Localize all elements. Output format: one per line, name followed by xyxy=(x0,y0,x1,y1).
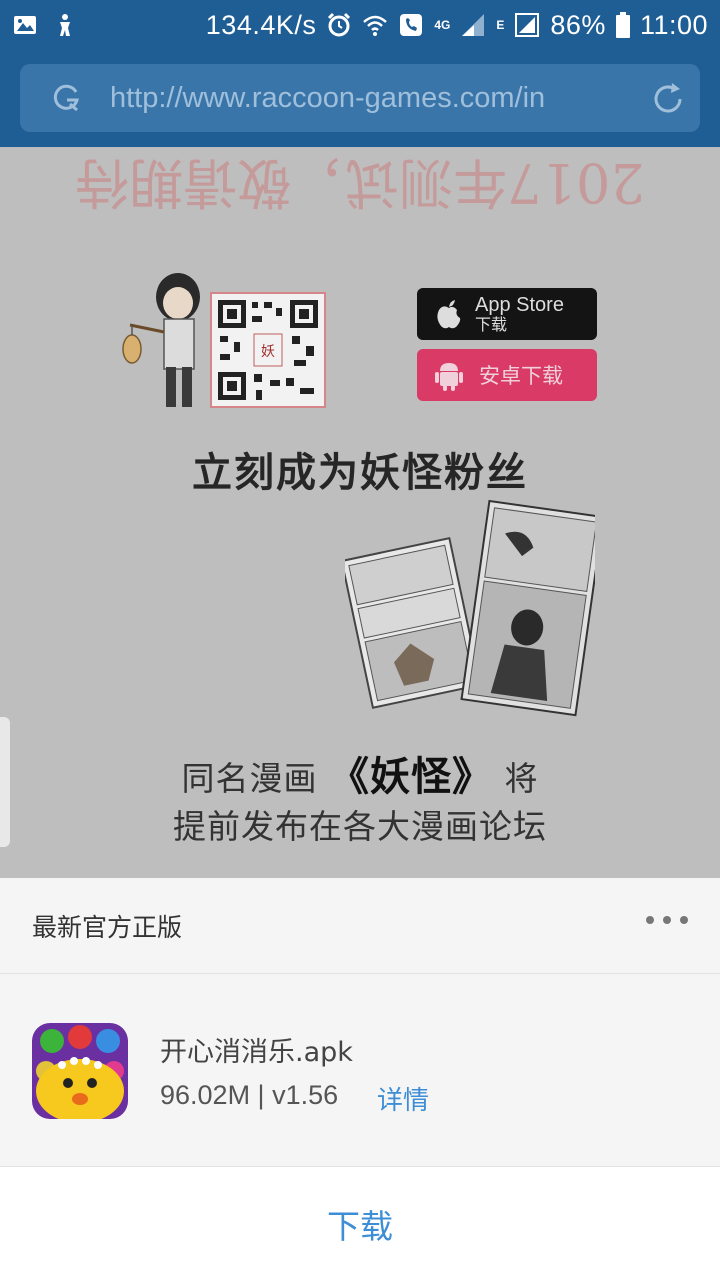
side-drawer-handle[interactable] xyxy=(0,717,10,847)
promo-comic-title: 《妖怪》 xyxy=(329,754,493,800)
download-sheet: 最新官方正版 开心消消乐.apk 96.02M | v1.56 详情 下载 xyxy=(0,878,720,1280)
file-info-row: 开心消消乐.apk 96.02M | v1.56 详情 xyxy=(0,975,720,1166)
character-illustration xyxy=(122,273,200,407)
reload-icon[interactable] xyxy=(650,81,686,117)
alarm-icon xyxy=(328,12,351,37)
edge-indicator: E xyxy=(496,18,505,32)
battery-icon xyxy=(615,12,630,38)
details-link[interactable]: 详情 xyxy=(377,1080,429,1117)
browser-toolbar: http://www.raccoon-games.com/in xyxy=(0,50,720,147)
file-name: 开心消消乐.apk xyxy=(160,1037,353,1068)
svg-text:妖: 妖 xyxy=(261,344,275,360)
figure-icon xyxy=(60,14,70,36)
banner-text: 2017年测试，敬请期待 xyxy=(75,151,645,214)
headline: 立刻成为妖怪粉丝 xyxy=(192,450,528,496)
phone-call-icon xyxy=(400,14,423,36)
file-size-version: 96.02M | v1.56 xyxy=(160,1080,339,1110)
sheet-title: 最新官方正版 xyxy=(32,912,183,942)
battery-percent: 86% xyxy=(550,9,606,40)
web-page-content: 2017年测试，敬请期待 妖 App Store 下载 安卓下载 立刻成为妖怪粉… xyxy=(0,147,720,878)
download-area: 下载 xyxy=(0,1166,720,1280)
signal-box-icon xyxy=(515,13,540,37)
promo-text-a: 同名漫画 xyxy=(181,759,318,798)
signal-icon xyxy=(462,14,485,36)
address-bar[interactable]: http://www.raccoon-games.com/in xyxy=(20,64,700,132)
url-text[interactable]: http://www.raccoon-games.com/in xyxy=(110,82,610,115)
status-bar: 134.4K/s 4G E 86% 11:00 xyxy=(0,0,720,50)
app-store-sublabel: 下载 xyxy=(475,315,508,334)
promo-text-b: 将 xyxy=(504,759,539,798)
android-download-button[interactable]: 安卓下载 xyxy=(417,349,597,401)
android-download-label: 安卓下载 xyxy=(479,364,563,388)
qr-code: 妖 xyxy=(210,292,326,408)
android-icon xyxy=(435,363,463,391)
clock: 11:00 xyxy=(639,9,708,40)
app-store-label: App Store xyxy=(475,294,564,316)
comic-illustration xyxy=(345,499,595,717)
network-type: 4G xyxy=(434,18,451,32)
promo-line-1: 同名漫画 《妖怪》 将 xyxy=(0,744,720,802)
search-engine-icon[interactable] xyxy=(50,82,82,114)
apple-icon xyxy=(437,300,461,329)
sheet-header: 最新官方正版 xyxy=(0,878,720,974)
download-button[interactable]: 下载 xyxy=(0,1167,720,1280)
more-options-icon[interactable] xyxy=(646,916,688,924)
wifi-icon xyxy=(363,15,388,36)
gallery-icon xyxy=(14,16,36,34)
network-speed: 134.4K/s xyxy=(205,9,317,40)
app-icon xyxy=(32,1023,128,1119)
promo-line-2: 提前发布在各大漫画论坛 xyxy=(173,807,547,846)
app-store-button[interactable]: App Store 下载 xyxy=(417,288,597,340)
